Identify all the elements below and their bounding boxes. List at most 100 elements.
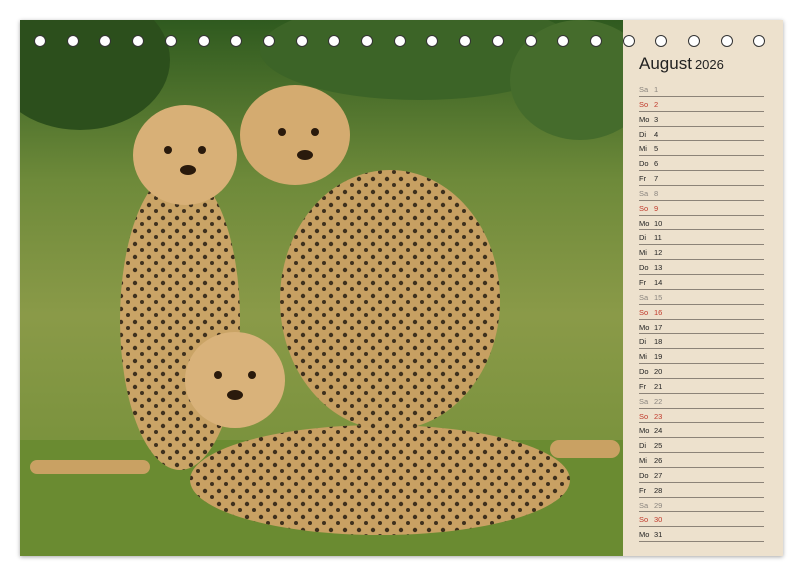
weekday-label: Sa bbox=[639, 396, 649, 406]
weekday-label: So bbox=[639, 411, 649, 421]
day-row: Mi 12 bbox=[639, 245, 764, 261]
binding-hole bbox=[524, 35, 537, 47]
day-number: 24 bbox=[654, 426, 663, 436]
binding-hole bbox=[34, 35, 46, 47]
day-number: 25 bbox=[654, 441, 663, 451]
day-row: Mo 17 bbox=[639, 320, 764, 335]
binding-hole bbox=[164, 35, 177, 47]
day-row: Sa 8 bbox=[639, 186, 764, 201]
weekday-label: Mo bbox=[639, 218, 650, 228]
day-row: Mi 26 bbox=[639, 453, 764, 468]
binding-hole bbox=[459, 35, 472, 47]
weekday-label: So bbox=[639, 307, 649, 317]
weekday-label: Mo bbox=[639, 426, 650, 436]
binding-hole bbox=[622, 35, 635, 47]
day-number: 2 bbox=[654, 99, 659, 109]
weekday-label: So bbox=[639, 515, 649, 525]
day-number: 16 bbox=[654, 307, 663, 317]
day-number: 19 bbox=[654, 352, 663, 362]
weekday-label: Do bbox=[639, 470, 649, 480]
day-row: Mi 19 bbox=[639, 349, 764, 365]
weekday-label: Di bbox=[639, 233, 647, 243]
day-number: 23 bbox=[654, 411, 663, 421]
day-number: 31 bbox=[654, 530, 663, 540]
day-row: Sa 29 bbox=[639, 498, 764, 513]
day-row: Mo 31 bbox=[639, 527, 764, 543]
weekday-label: Sa bbox=[639, 85, 649, 94]
weekday-label: Sa bbox=[639, 500, 649, 510]
binding-hole bbox=[230, 35, 243, 47]
day-row: Mo 3 bbox=[639, 112, 764, 127]
day-row: So 23 bbox=[639, 409, 764, 424]
day-number: 22 bbox=[654, 396, 663, 406]
day-row: Mi 5 bbox=[639, 141, 764, 157]
binding-hole bbox=[589, 35, 602, 47]
day-number: 28 bbox=[654, 485, 663, 495]
weekday-label: Mi bbox=[639, 456, 647, 466]
weekday-label: Mo bbox=[639, 530, 650, 540]
weekday-label: So bbox=[639, 99, 649, 109]
day-number: 5 bbox=[654, 144, 659, 154]
binding-hole bbox=[720, 35, 733, 47]
day-number: 6 bbox=[654, 159, 659, 169]
day-number: 15 bbox=[654, 292, 663, 302]
binding-hole bbox=[295, 35, 308, 47]
day-number: 30 bbox=[654, 515, 663, 525]
binding-hole bbox=[361, 35, 373, 47]
binding-hole bbox=[557, 35, 570, 47]
weekday-label: Do bbox=[639, 263, 649, 273]
day-number: 9 bbox=[654, 203, 659, 213]
day-row: Fr 21 bbox=[639, 379, 764, 394]
day-row: Di 4 bbox=[639, 127, 764, 142]
weekday-label: Do bbox=[639, 367, 649, 377]
day-row: Do 13 bbox=[639, 260, 764, 275]
day-number: 12 bbox=[654, 248, 663, 258]
day-number: 14 bbox=[654, 277, 663, 287]
day-number: 17 bbox=[654, 322, 663, 332]
binding-hole bbox=[655, 35, 668, 47]
weekday-label: Fr bbox=[639, 381, 647, 391]
weekday-label: Di bbox=[639, 129, 647, 139]
weekday-label: Mo bbox=[639, 114, 650, 124]
binding-hole bbox=[491, 35, 504, 47]
binding-hole bbox=[426, 35, 439, 47]
binding-hole bbox=[262, 35, 275, 47]
binding-hole bbox=[688, 35, 700, 47]
weekday-label: Mi bbox=[639, 248, 647, 258]
day-number: 4 bbox=[654, 129, 659, 139]
day-row: Do 6 bbox=[639, 156, 764, 172]
day-number: 3 bbox=[654, 114, 659, 124]
day-row: Fr 7 bbox=[639, 171, 764, 186]
day-number: 11 bbox=[654, 233, 662, 243]
day-number: 7 bbox=[654, 174, 659, 184]
day-row: Do 20 bbox=[639, 364, 764, 379]
weekday-label: Mi bbox=[639, 352, 647, 362]
binding-hole bbox=[753, 35, 766, 47]
day-number: 29 bbox=[654, 500, 663, 510]
day-row: Di 11 bbox=[639, 230, 764, 246]
weekday-label: Do bbox=[639, 159, 649, 169]
day-row: Di 25 bbox=[639, 438, 764, 454]
weekday-label: Fr bbox=[639, 277, 647, 287]
weekday-label: Mo bbox=[639, 322, 650, 332]
weekday-label: Sa bbox=[639, 188, 649, 198]
binding-hole bbox=[197, 35, 210, 47]
spiral-binding bbox=[0, 0, 800, 60]
day-number: 26 bbox=[654, 456, 663, 466]
day-row: So 16 bbox=[639, 305, 764, 320]
cheetah-photo bbox=[20, 20, 623, 556]
binding-hole bbox=[393, 35, 406, 47]
day-number: 1 bbox=[654, 85, 659, 94]
day-row: Sa 15 bbox=[639, 290, 764, 305]
day-row: So 2 bbox=[639, 97, 764, 112]
day-number: 21 bbox=[654, 381, 663, 391]
binding-hole bbox=[328, 35, 341, 47]
day-row: Mo 24 bbox=[639, 423, 764, 439]
weekday-label: Fr bbox=[639, 485, 647, 495]
weekday-label: Di bbox=[639, 441, 647, 451]
day-row: Do 27 bbox=[639, 468, 764, 483]
day-row: Fr 28 bbox=[639, 483, 764, 498]
day-row: Sa 1 bbox=[639, 82, 764, 97]
day-number: 27 bbox=[654, 470, 663, 480]
day-row: Di 18 bbox=[639, 334, 764, 350]
